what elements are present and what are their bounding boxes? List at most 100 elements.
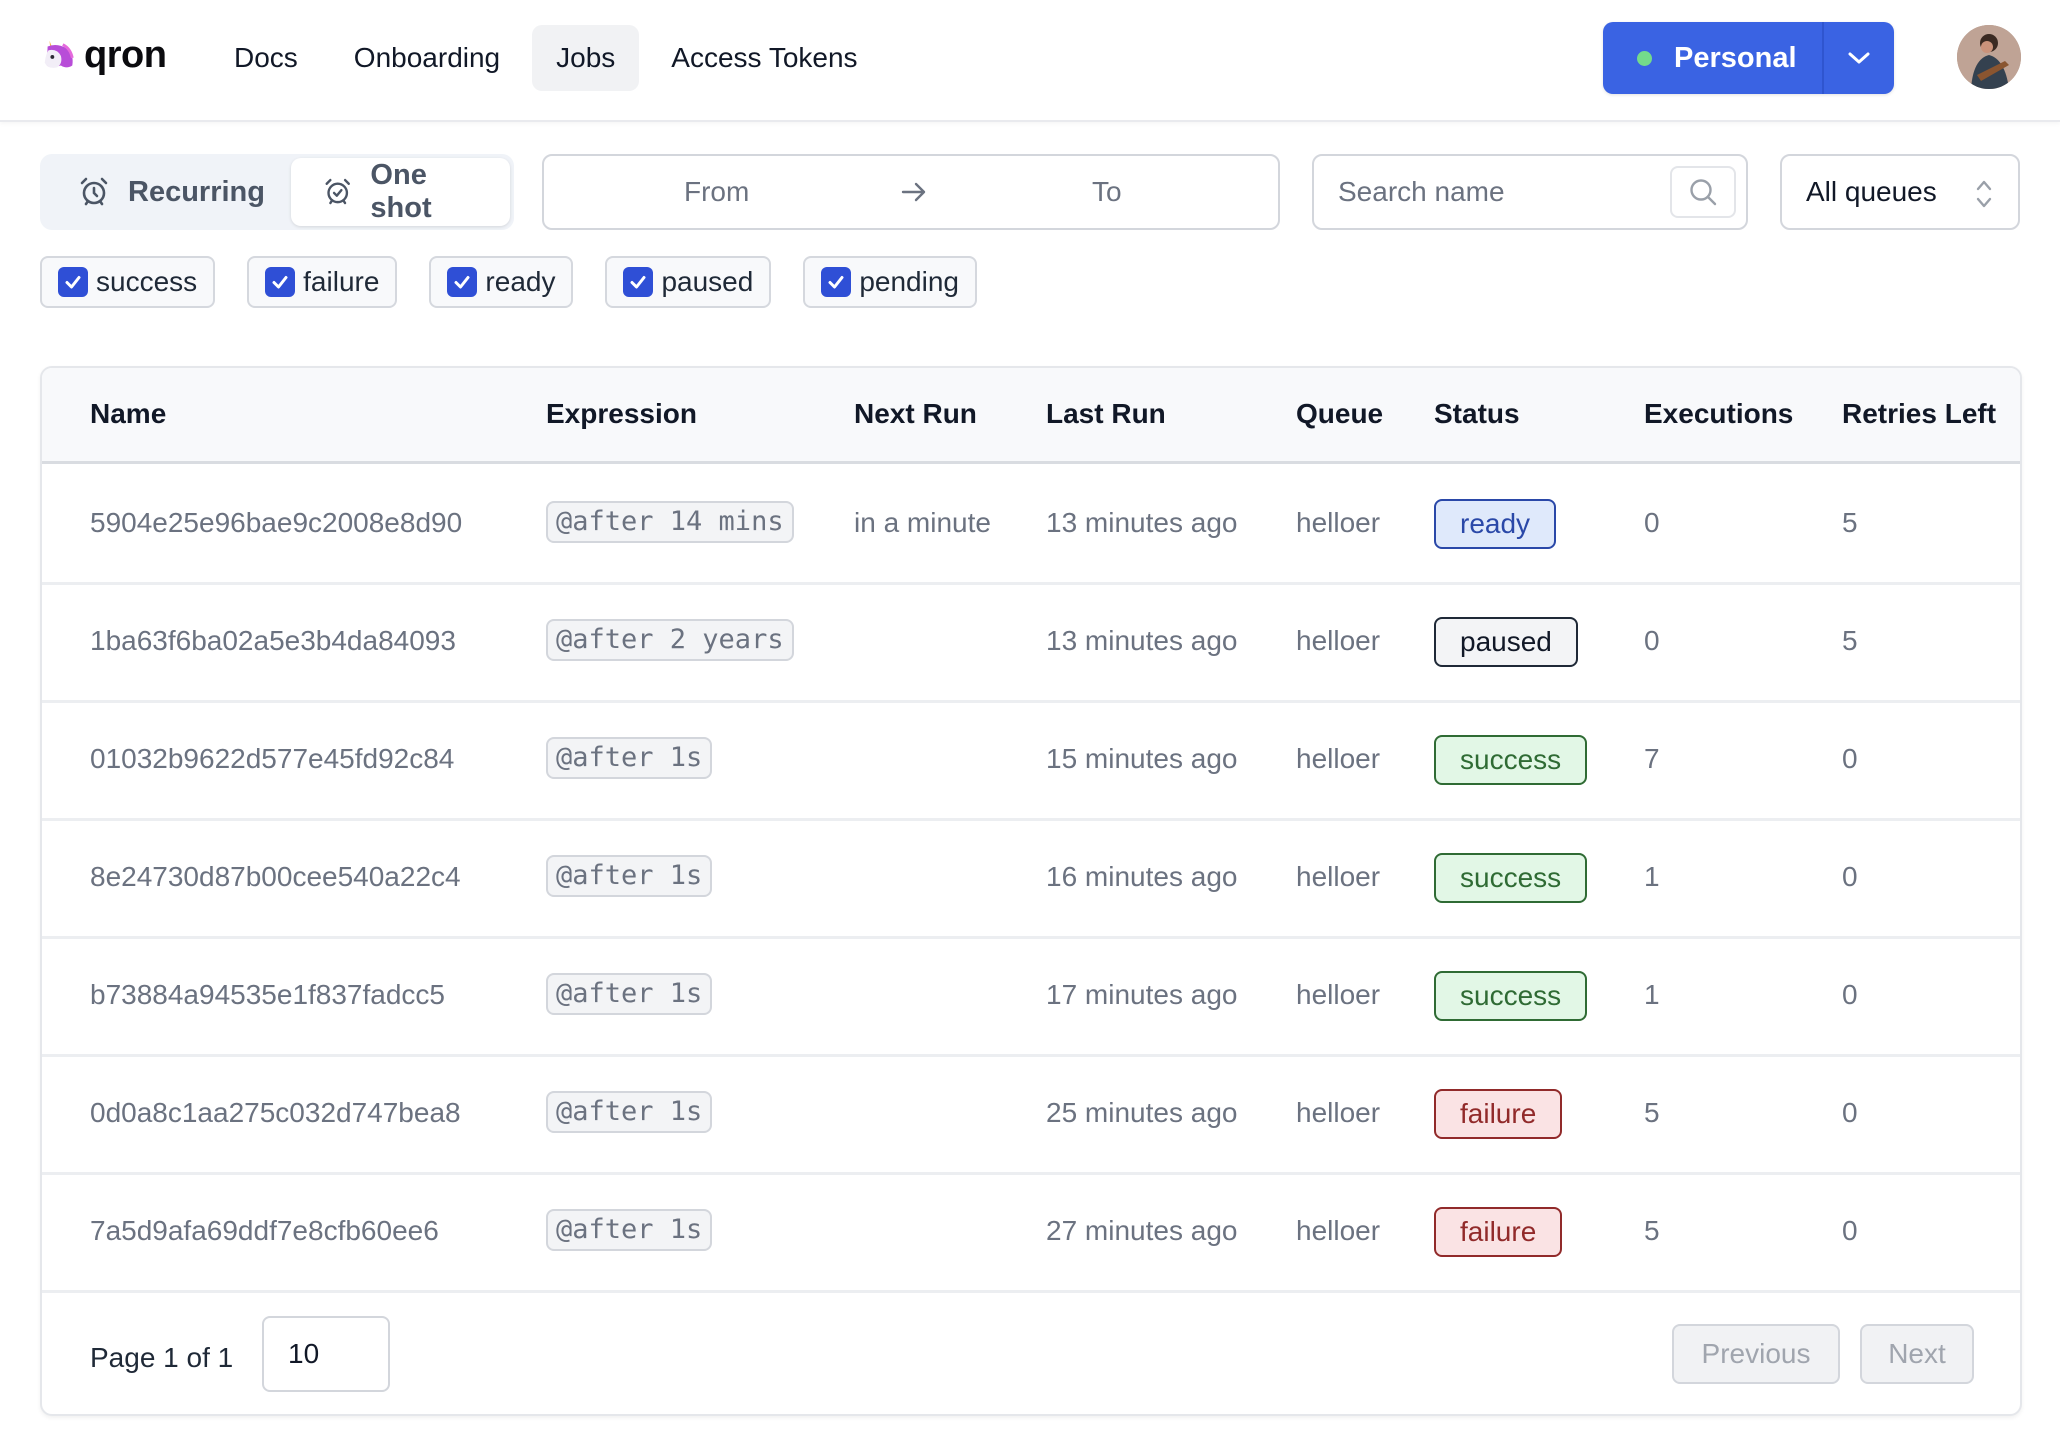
status-filter-pending[interactable]: pending xyxy=(803,256,977,308)
status-filter-chips: success failure ready paused pending xyxy=(40,256,977,308)
job-queue: helloer xyxy=(1296,625,1381,656)
job-queue: helloer xyxy=(1296,979,1381,1010)
job-last-run: 13 minutes ago xyxy=(1046,625,1238,656)
table-row[interactable]: 7a5d9afa69ddf7e8cfb60ee6 @after 1s 27 minu… xyxy=(42,1175,2020,1293)
job-last-run: 13 minutes ago xyxy=(1046,507,1238,538)
checkbox[interactable] xyxy=(265,267,296,297)
job-type-toggle: Recurring One shot xyxy=(40,154,514,230)
job-executions: 5 xyxy=(1644,1097,1660,1128)
chevron-up-down-icon xyxy=(1976,180,1992,208)
date-to-field[interactable]: To xyxy=(1092,176,1122,208)
status-filter-failure[interactable]: failure xyxy=(247,256,398,308)
column-header-last-run[interactable]: Last Run xyxy=(1046,398,1166,430)
table-row[interactable]: 0d0a8c1aa275c032d747bea8 @after 1s 25 minu… xyxy=(42,1057,2020,1175)
table-row[interactable]: b73884a94535e1f837fadcc5 @after 1s 17 minu… xyxy=(42,939,2020,1057)
nav-access-tokens-label: Access Tokens xyxy=(671,42,858,73)
nav-onboarding[interactable]: Onboarding xyxy=(330,25,524,91)
column-header-next-run[interactable]: Next Run xyxy=(854,398,977,430)
status-filter-success[interactable]: success xyxy=(40,256,216,308)
job-last-run: 25 minutes ago xyxy=(1046,1097,1238,1128)
checkbox[interactable] xyxy=(58,267,88,297)
column-header-expression[interactable]: Expression xyxy=(546,398,697,430)
jobs-table: Name Expression Next Run Last Run Queue … xyxy=(40,366,2022,1416)
column-header-retries-left[interactable]: Retries Left xyxy=(1842,398,1996,430)
status-filter-paused[interactable]: paused xyxy=(605,256,772,308)
search-button[interactable] xyxy=(1670,166,1736,218)
column-header-status[interactable]: Status xyxy=(1434,398,1520,430)
job-name[interactable]: 7a5d9afa69ddf7e8cfb60ee6 xyxy=(90,1215,439,1247)
checkbox[interactable] xyxy=(623,267,654,297)
status-badge: paused xyxy=(1434,617,1578,667)
job-retries-left: 0 xyxy=(1842,1097,1858,1128)
check-icon xyxy=(272,276,288,289)
workspace-status-dot xyxy=(1637,50,1652,66)
date-from-field[interactable]: From xyxy=(684,176,749,208)
status-filter-label: success xyxy=(96,266,198,297)
alarm-check-icon xyxy=(325,178,350,205)
status-filter-ready[interactable]: ready xyxy=(429,256,574,308)
queue-select[interactable]: All queues xyxy=(1780,154,2020,230)
previous-page-button[interactable]: Previous xyxy=(1672,1324,1840,1384)
checkbox[interactable] xyxy=(821,267,852,297)
job-retries-left: 0 xyxy=(1842,1215,1858,1246)
checkbox[interactable] xyxy=(447,267,478,297)
job-name[interactable]: 0d0a8c1aa275c032d747bea8 xyxy=(90,1097,461,1129)
job-expression: @after 2 years xyxy=(546,619,794,661)
job-queue: helloer xyxy=(1296,861,1381,892)
check-icon xyxy=(454,276,470,289)
column-header-executions[interactable]: Executions xyxy=(1644,398,1793,430)
job-last-run: 15 minutes ago xyxy=(1046,743,1238,774)
job-expression: @after 1s xyxy=(546,973,713,1015)
job-last-run: 17 minutes ago xyxy=(1046,979,1238,1010)
nav-docs-label: Docs xyxy=(234,42,298,73)
job-queue: helloer xyxy=(1296,1097,1381,1128)
column-header-queue[interactable]: Queue xyxy=(1296,398,1383,430)
tab-one-shot[interactable]: One shot xyxy=(290,158,510,226)
job-name[interactable]: 1ba63f6ba02a5e3b4da84093 xyxy=(90,625,456,657)
top-navbar: qron Docs Onboarding Jobs Access Tokens … xyxy=(0,0,2060,122)
nav-docs[interactable]: Docs xyxy=(210,25,322,91)
workspace-button[interactable]: Personal xyxy=(1603,22,1822,94)
status-badge: failure xyxy=(1434,1089,1563,1139)
job-last-run: 27 minutes ago xyxy=(1046,1215,1238,1246)
table-row[interactable]: 1ba63f6ba02a5e3b4da84093 @after 2 years 13… xyxy=(42,585,2020,703)
nav-onboarding-label: Onboarding xyxy=(353,42,501,73)
job-queue: helloer xyxy=(1296,1215,1381,1246)
column-header-name[interactable]: Name xyxy=(90,398,166,430)
job-executions: 7 xyxy=(1644,743,1660,774)
table-row[interactable]: 5904e25e96bae9c2008e8d90 @after 14 mins in… xyxy=(42,467,2020,585)
job-expression: @after 1s xyxy=(546,1209,713,1251)
tab-recurring[interactable]: Recurring xyxy=(44,158,291,226)
job-executions: 1 xyxy=(1644,861,1660,892)
check-icon xyxy=(828,276,844,289)
job-name[interactable]: 5904e25e96bae9c2008e8d90 xyxy=(90,507,462,539)
job-executions: 1 xyxy=(1644,979,1660,1010)
nav-jobs[interactable]: Jobs xyxy=(532,25,640,91)
next-page-button[interactable]: Next xyxy=(1860,1324,1974,1384)
status-badge: success xyxy=(1434,735,1588,785)
workspace-label: Personal xyxy=(1674,41,1797,74)
nav-jobs-label: Jobs xyxy=(556,42,616,73)
check-icon xyxy=(65,276,81,289)
table-row[interactable]: 01032b9622d577e45fd92c84 @after 1s 15 minu… xyxy=(42,703,2020,821)
job-name[interactable]: b73884a94535e1f837fadcc5 xyxy=(90,979,445,1011)
date-range-picker[interactable]: From To xyxy=(542,154,1280,230)
job-name[interactable]: 8e24730d87b00cee540a22c4 xyxy=(90,861,461,893)
job-executions: 5 xyxy=(1644,1215,1660,1246)
status-badge: success xyxy=(1434,853,1588,903)
app-logo[interactable]: qron xyxy=(40,34,167,77)
status-filter-label: ready xyxy=(485,266,556,297)
job-name[interactable]: 01032b9622d577e45fd92c84 xyxy=(90,743,454,775)
status-filter-label: pending xyxy=(859,266,959,297)
page-size-input[interactable]: 10 xyxy=(262,1316,390,1392)
search-input[interactable] xyxy=(1338,156,1658,228)
job-retries-left: 0 xyxy=(1842,743,1858,774)
user-avatar[interactable] xyxy=(1957,25,2021,89)
table-row[interactable]: 8e24730d87b00cee540a22c4 @after 1s 16 minu… xyxy=(42,821,2020,939)
job-executions: 0 xyxy=(1644,507,1660,538)
workspace-dropdown-button[interactable] xyxy=(1822,22,1894,94)
nav-access-tokens[interactable]: Access Tokens xyxy=(647,25,881,91)
unicorn-icon xyxy=(44,40,74,68)
job-expression: @after 1s xyxy=(546,855,713,897)
page-indicator: Page 1 of 1 xyxy=(90,1342,234,1373)
